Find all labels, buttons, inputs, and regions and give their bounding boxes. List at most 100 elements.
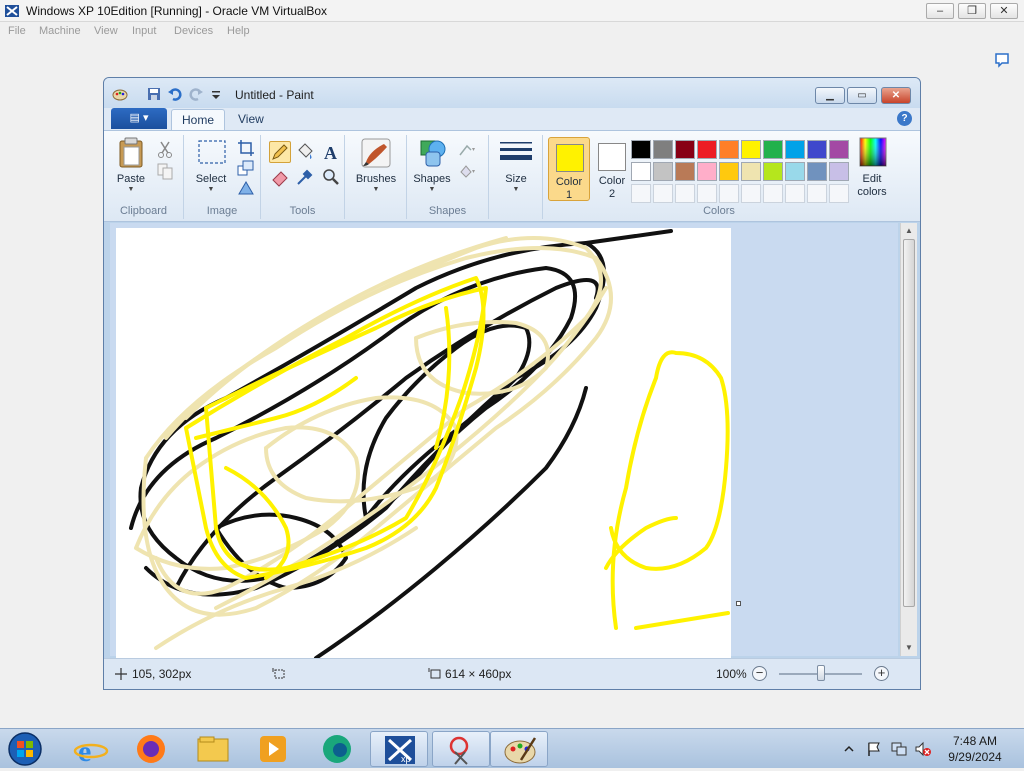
shapes-button[interactable]: Shapes ▼ — [409, 135, 455, 201]
shapes-dropdown-arrow: ▼ — [428, 186, 436, 193]
palette-custom-slot[interactable] — [829, 184, 849, 203]
redo-icon[interactable] — [188, 86, 204, 102]
palette-color-swatch[interactable] — [763, 162, 783, 181]
fill-icon[interactable] — [457, 162, 477, 182]
palette-custom-slot[interactable] — [653, 184, 673, 203]
clock-time[interactable]: 7:48 AM — [940, 734, 1010, 748]
palette-color-swatch[interactable] — [741, 140, 761, 159]
vertical-scrollbar[interactable]: ▲ ▼ — [900, 223, 917, 656]
taskbar-snipping-tool[interactable] — [432, 731, 490, 767]
palette-custom-slot[interactable] — [631, 184, 651, 203]
firefox-icon[interactable] — [122, 731, 180, 767]
scrollbar-thumb[interactable] — [903, 239, 915, 607]
zoom-slider-thumb[interactable] — [816, 665, 825, 681]
palette-custom-slot[interactable] — [785, 184, 805, 203]
edit-colors-button[interactable]: Edit colors — [849, 135, 895, 201]
fill-bucket-icon[interactable] — [295, 142, 315, 162]
outline-icon[interactable] — [457, 140, 477, 160]
paint-menu-button[interactable]: ▤ ▾ — [111, 108, 167, 129]
eraser-icon[interactable] — [270, 167, 290, 187]
palette-custom-slot[interactable] — [807, 184, 827, 203]
volume-muted-icon[interactable] — [914, 741, 932, 757]
clock-date[interactable]: 9/29/2024 — [940, 750, 1010, 764]
taskbar-paint[interactable] — [490, 731, 548, 767]
media-player-icon[interactable] — [244, 731, 302, 767]
palette-custom-slot[interactable] — [763, 184, 783, 203]
menu-machine[interactable]: Machine — [39, 25, 81, 37]
crop-icon[interactable] — [236, 138, 256, 158]
menu-view[interactable]: View — [94, 25, 118, 37]
snipping-tool-icon — [449, 736, 469, 765]
color-2-button[interactable]: Color 2 — [591, 137, 633, 201]
undo-icon[interactable] — [167, 86, 183, 102]
palette-custom-slot[interactable] — [741, 184, 761, 203]
palette-color-swatch[interactable] — [631, 162, 651, 181]
paint-minimize-button[interactable]: ▁ — [815, 87, 845, 104]
brushes-button[interactable]: Brushes ▼ — [351, 135, 401, 201]
zoom-out-button[interactable]: − — [752, 666, 767, 681]
palette-color-swatch[interactable] — [697, 140, 717, 159]
menu-help[interactable]: Help — [227, 25, 250, 37]
tab-home[interactable]: Home — [171, 109, 226, 130]
zoom-in-button[interactable]: + — [874, 666, 889, 681]
palette-color-swatch[interactable] — [741, 162, 761, 181]
palette-color-swatch[interactable] — [675, 162, 695, 181]
palette-color-swatch[interactable] — [785, 162, 805, 181]
action-center-flag-icon[interactable] — [866, 741, 882, 757]
palette-color-swatch[interactable] — [675, 140, 695, 159]
restore-button[interactable]: ❐ — [958, 3, 986, 19]
close-button[interactable]: ✕ — [990, 3, 1018, 19]
palette-color-swatch[interactable] — [763, 140, 783, 159]
size-button[interactable]: Size ▼ — [493, 135, 539, 201]
palette-color-swatch[interactable] — [653, 162, 673, 181]
rotate-icon[interactable] — [236, 178, 256, 198]
color-1-button[interactable]: Color 1 — [548, 137, 590, 201]
select-button[interactable]: Select ▼ — [188, 135, 234, 201]
quick-access-dropdown-icon[interactable] — [208, 86, 224, 102]
scroll-down-icon[interactable]: ▼ — [901, 640, 917, 656]
scroll-up-icon[interactable]: ▲ — [901, 223, 917, 239]
show-hidden-icons-icon[interactable] — [844, 744, 854, 754]
copy-icon[interactable] — [155, 161, 175, 181]
menu-input[interactable]: Input — [132, 25, 156, 37]
internet-explorer-icon[interactable]: e — [62, 731, 120, 767]
palette-color-swatch[interactable] — [719, 140, 739, 159]
paint-maximize-button[interactable]: ▭ — [847, 87, 877, 104]
minimize-button[interactable]: – — [926, 3, 954, 19]
pencil-icon[interactable] — [269, 141, 291, 163]
palette-custom-slot[interactable] — [719, 184, 739, 203]
palette-custom-slot[interactable] — [675, 184, 695, 203]
file-explorer-icon[interactable] — [184, 731, 242, 767]
palette-color-swatch[interactable] — [697, 162, 717, 181]
menu-file[interactable]: File — [8, 25, 26, 37]
cut-icon[interactable] — [155, 139, 175, 159]
drawing-canvas[interactable] — [116, 228, 731, 660]
palette-color-swatch[interactable] — [653, 140, 673, 159]
palette-color-swatch[interactable] — [785, 140, 805, 159]
palette-color-swatch[interactable] — [829, 162, 849, 181]
palette-color-swatch[interactable] — [807, 162, 827, 181]
paste-button[interactable]: Paste ▼ — [108, 135, 154, 201]
chat-bubble-icon[interactable] — [994, 52, 1010, 68]
paint-close-button[interactable]: ✕ — [881, 87, 911, 104]
magnifier-icon[interactable] — [321, 167, 341, 187]
palette-color-swatch[interactable] — [807, 140, 827, 159]
palette-color-swatch[interactable] — [829, 140, 849, 159]
edge-icon[interactable] — [308, 731, 366, 767]
palette-color-swatch[interactable] — [719, 162, 739, 181]
resize-icon[interactable] — [236, 158, 256, 178]
color-picker-icon[interactable] — [295, 167, 315, 187]
start-orb[interactable] — [6, 731, 44, 767]
palette-color-swatch[interactable] — [631, 140, 651, 159]
text-tool-icon[interactable]: A — [321, 142, 341, 162]
save-icon[interactable] — [146, 86, 162, 102]
tab-view[interactable]: View — [228, 109, 274, 130]
paint-app-icon[interactable] — [112, 86, 128, 102]
menu-devices[interactable]: Devices — [174, 25, 213, 37]
network-icon[interactable] — [890, 741, 908, 757]
palette-custom-slot[interactable] — [697, 184, 717, 203]
taskbar-virtualbox-xp[interactable]: xp — [370, 731, 428, 767]
help-icon[interactable]: ? — [897, 111, 912, 126]
canvas-resize-handle[interactable] — [736, 601, 741, 606]
size-group: Size ▼ — [489, 135, 543, 219]
